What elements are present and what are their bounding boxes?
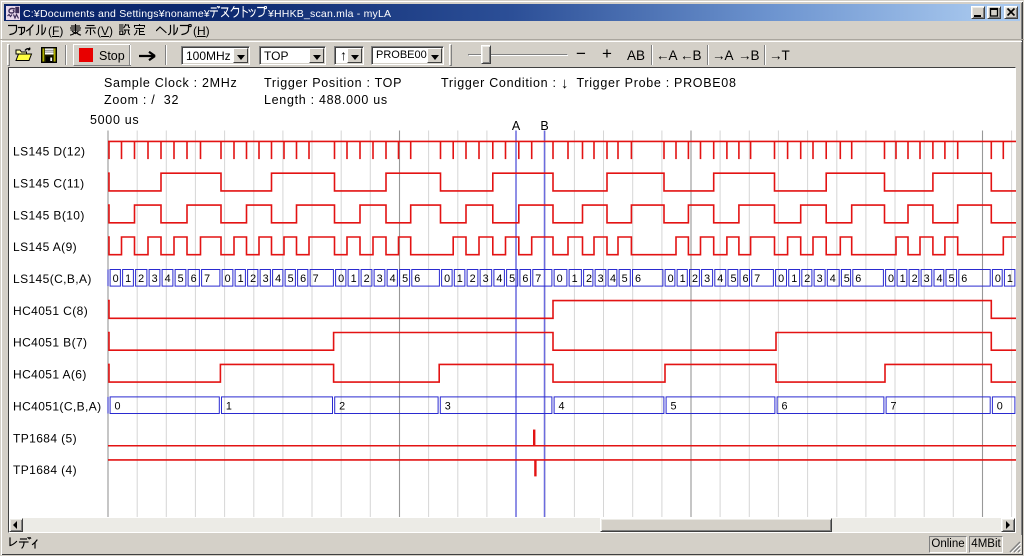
svg-text:2: 2 bbox=[250, 273, 256, 285]
svg-text:6: 6 bbox=[635, 273, 641, 285]
svg-text:5: 5 bbox=[948, 273, 954, 285]
svg-text:5: 5 bbox=[671, 400, 677, 412]
svg-text:2: 2 bbox=[692, 273, 698, 285]
svg-text:B: B bbox=[540, 119, 548, 133]
svg-text:0: 0 bbox=[338, 273, 344, 285]
svg-text:2: 2 bbox=[138, 273, 144, 285]
svg-text:1: 1 bbox=[238, 273, 244, 285]
svg-text:5: 5 bbox=[509, 273, 515, 285]
svg-text:LS145(C,B,A): LS145(C,B,A) bbox=[13, 272, 92, 286]
svg-text:1: 1 bbox=[125, 273, 131, 285]
svg-text:5: 5 bbox=[178, 273, 184, 285]
svg-text:5: 5 bbox=[730, 273, 736, 285]
svg-text:3: 3 bbox=[152, 273, 158, 285]
svg-text:6: 6 bbox=[961, 273, 967, 285]
svg-text:3: 3 bbox=[263, 273, 269, 285]
svg-text:HC4051 C(8): HC4051 C(8) bbox=[13, 304, 88, 318]
svg-text:5: 5 bbox=[402, 273, 408, 285]
svg-text:5: 5 bbox=[288, 273, 294, 285]
svg-text:6: 6 bbox=[300, 273, 306, 285]
svg-text:4: 4 bbox=[830, 273, 836, 285]
svg-text:1: 1 bbox=[1007, 273, 1013, 285]
svg-text:0: 0 bbox=[668, 273, 674, 285]
svg-text:0: 0 bbox=[444, 273, 450, 285]
svg-text:HC4051 B(7): HC4051 B(7) bbox=[13, 336, 87, 350]
svg-text:HC4051 A(6): HC4051 A(6) bbox=[13, 368, 87, 382]
svg-text:3: 3 bbox=[817, 273, 823, 285]
svg-text:0: 0 bbox=[997, 400, 1003, 412]
svg-text:5: 5 bbox=[622, 273, 628, 285]
svg-text:2: 2 bbox=[470, 273, 476, 285]
svg-text:1: 1 bbox=[457, 273, 463, 285]
svg-text:6: 6 bbox=[855, 273, 861, 285]
svg-text:5: 5 bbox=[844, 273, 850, 285]
svg-text:6: 6 bbox=[522, 273, 528, 285]
svg-text:7: 7 bbox=[313, 273, 319, 285]
svg-text:1: 1 bbox=[900, 273, 906, 285]
svg-text:1: 1 bbox=[226, 400, 232, 412]
svg-text:3: 3 bbox=[445, 400, 451, 412]
svg-text:4: 4 bbox=[610, 273, 616, 285]
svg-text:2: 2 bbox=[364, 273, 370, 285]
svg-text:4: 4 bbox=[496, 273, 502, 285]
svg-text:1: 1 bbox=[791, 273, 797, 285]
svg-text:3: 3 bbox=[483, 273, 489, 285]
svg-text:7: 7 bbox=[754, 273, 760, 285]
svg-text:7: 7 bbox=[891, 400, 897, 412]
svg-text:3: 3 bbox=[598, 273, 604, 285]
svg-text:3: 3 bbox=[377, 273, 383, 285]
svg-text:4: 4 bbox=[165, 273, 171, 285]
svg-text:0: 0 bbox=[778, 273, 784, 285]
svg-text:3: 3 bbox=[924, 273, 930, 285]
svg-text:1: 1 bbox=[351, 273, 357, 285]
svg-text:0: 0 bbox=[225, 273, 231, 285]
svg-text:6: 6 bbox=[191, 273, 197, 285]
svg-text:TP1684 (5): TP1684 (5) bbox=[13, 431, 77, 445]
svg-text:7: 7 bbox=[535, 273, 541, 285]
svg-text:4: 4 bbox=[936, 273, 942, 285]
svg-text:2: 2 bbox=[804, 273, 810, 285]
svg-text:1: 1 bbox=[572, 273, 578, 285]
svg-text:LS145 A(9): LS145 A(9) bbox=[13, 240, 77, 254]
svg-text:3: 3 bbox=[704, 273, 710, 285]
svg-text:0: 0 bbox=[115, 400, 121, 412]
svg-text:2: 2 bbox=[339, 400, 345, 412]
svg-text:4: 4 bbox=[275, 273, 281, 285]
svg-text:HC4051(C,B,A): HC4051(C,B,A) bbox=[13, 399, 102, 413]
svg-text:LS145 B(10): LS145 B(10) bbox=[13, 208, 85, 222]
svg-text:A: A bbox=[512, 119, 521, 133]
svg-text:0: 0 bbox=[113, 273, 119, 285]
svg-text:LS145 D(12): LS145 D(12) bbox=[13, 145, 85, 159]
svg-text:6: 6 bbox=[782, 400, 788, 412]
svg-text:4: 4 bbox=[390, 273, 396, 285]
svg-text:0: 0 bbox=[888, 273, 894, 285]
svg-text:2: 2 bbox=[912, 273, 918, 285]
svg-text:0: 0 bbox=[995, 273, 1001, 285]
svg-text:0: 0 bbox=[557, 273, 563, 285]
svg-text:7: 7 bbox=[204, 273, 210, 285]
svg-text:6: 6 bbox=[414, 273, 420, 285]
svg-text:TP1684 (4): TP1684 (4) bbox=[13, 463, 77, 477]
svg-text:6: 6 bbox=[742, 273, 748, 285]
svg-text:1: 1 bbox=[680, 273, 686, 285]
svg-text:2: 2 bbox=[586, 273, 592, 285]
svg-text:4: 4 bbox=[717, 273, 723, 285]
svg-text:4: 4 bbox=[559, 400, 565, 412]
svg-text:LS145 C(11): LS145 C(11) bbox=[13, 176, 85, 190]
